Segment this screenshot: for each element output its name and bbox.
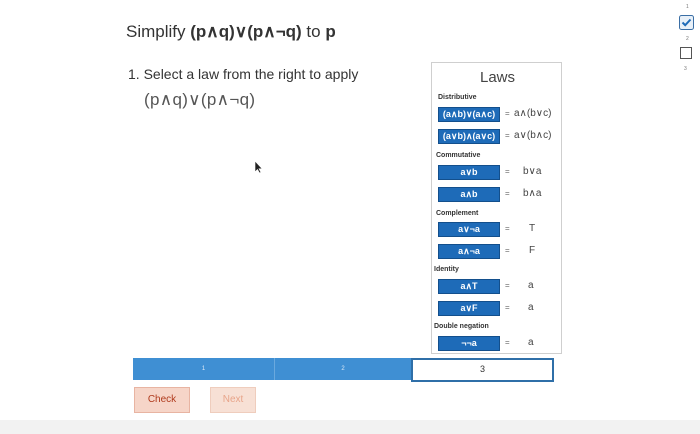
section-commutative: Commutative: [436, 152, 481, 159]
section-identity: Identity: [434, 266, 459, 273]
title-target: p: [325, 22, 336, 41]
law-commutative-2-result: b∧a: [523, 188, 542, 199]
law-identity-1-result: a: [528, 280, 534, 291]
bottom-strip: [0, 420, 700, 434]
law-equals: =: [505, 281, 510, 290]
law-equals: =: [505, 131, 510, 140]
step-progress-bar: 1 2 3: [133, 358, 554, 382]
law-commutative-2[interactable]: a∧b: [438, 187, 500, 202]
law-double-negation[interactable]: ¬¬a: [438, 336, 500, 351]
check-button[interactable]: Check: [134, 387, 190, 413]
check-icon[interactable]: [679, 15, 694, 30]
section-distributive: Distributive: [438, 94, 477, 101]
law-complement-2[interactable]: a∧¬a: [438, 244, 500, 259]
law-complement-1[interactable]: a∨¬a: [438, 222, 500, 237]
step-instruction: 1. Select a law from the right to apply: [128, 66, 359, 82]
current-expression: (p∧q)∨(p∧¬q): [144, 90, 256, 109]
law-identity-2-result: a: [528, 302, 534, 313]
problem-title: Simplify (p∧q)∨(p∧¬q) to p: [126, 22, 336, 42]
next-button[interactable]: Next: [210, 387, 256, 413]
page: Simplify (p∧q)∨(p∧¬q) to p 1. Select a l…: [0, 0, 700, 434]
progress-step-1[interactable]: 1: [133, 358, 274, 380]
side-step-number: 1: [686, 4, 689, 10]
law-equals: =: [505, 109, 510, 118]
law-distributive-1[interactable]: (a∧b)∨(a∧c): [438, 107, 500, 122]
law-complement-1-result: T: [529, 223, 536, 234]
law-equals: =: [505, 246, 510, 255]
title-to: to: [301, 22, 326, 41]
law-identity-2[interactable]: a∨F: [438, 301, 500, 316]
title-expression: (p∧q)∨(p∧¬q): [190, 22, 302, 41]
law-double-negation-result: a: [528, 337, 534, 348]
progress-step-3[interactable]: 3: [411, 358, 554, 382]
law-equals: =: [505, 303, 510, 312]
law-complement-2-result: F: [529, 245, 536, 256]
law-commutative-1-result: b∨a: [523, 166, 542, 177]
side-step-number: 3: [684, 66, 687, 72]
mouse-cursor-icon: [254, 160, 263, 174]
side-step-number: 2: [686, 36, 689, 42]
law-distributive-2[interactable]: (a∨b)∧(a∨c): [438, 129, 500, 144]
laws-title: Laws: [479, 69, 516, 86]
progress-step-2[interactable]: 2: [274, 358, 411, 380]
section-double-negation: Double negation: [434, 323, 489, 330]
law-identity-1[interactable]: a∧T: [438, 279, 500, 294]
title-prefix: Simplify: [126, 22, 191, 41]
law-distributive-1-result: a∧(b∨c): [514, 108, 552, 119]
law-equals: =: [505, 338, 510, 347]
laws-panel: Laws Distributive (a∧b)∨(a∧c) = a∧(b∨c) …: [431, 62, 562, 354]
law-equals: =: [505, 224, 510, 233]
law-distributive-2-result: a∨(b∧c): [514, 130, 552, 141]
law-equals: =: [505, 167, 510, 176]
step-checkbox[interactable]: [680, 47, 692, 59]
law-equals: =: [505, 189, 510, 198]
section-complement: Complement: [436, 210, 479, 217]
law-commutative-1[interactable]: a∨b: [438, 165, 500, 180]
